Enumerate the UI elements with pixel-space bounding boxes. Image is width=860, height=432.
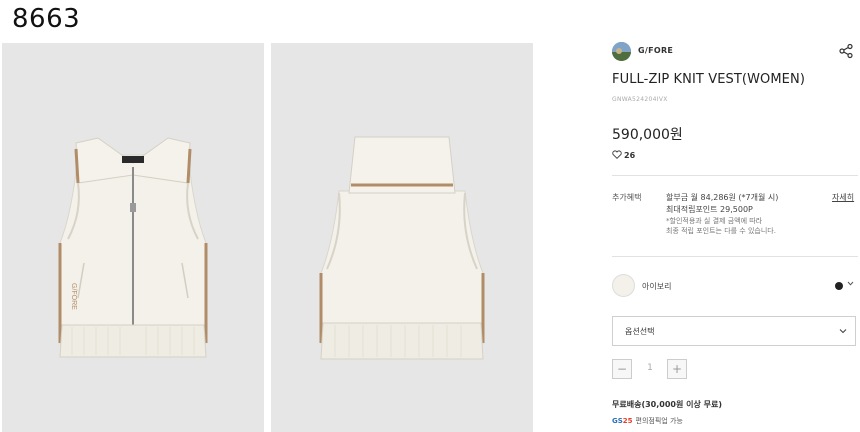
product-price: 590,000원 bbox=[612, 127, 683, 143]
gs25-logo-text: GS bbox=[612, 417, 623, 425]
pickup-info: GS25 편의점픽업 가능 bbox=[612, 416, 683, 426]
gs25-logo: GS25 bbox=[612, 417, 633, 425]
benefit-detail-link[interactable]: 자세히 bbox=[832, 192, 854, 203]
product-info-panel: G/FORE FULL-ZIP KNIT VEST(WOMEN) GNWA524… bbox=[612, 0, 860, 432]
product-sku: GNWA524204IVX bbox=[612, 96, 668, 103]
color-name: 아이보리 bbox=[642, 282, 672, 291]
brand-row: G/FORE bbox=[612, 42, 858, 62]
option-select[interactable]: 옵션선택 bbox=[612, 316, 856, 346]
product-title: FULL-ZIP KNIT VEST(WOMEN) bbox=[612, 72, 805, 87]
chevron-down-icon bbox=[839, 329, 847, 334]
selected-color-dot[interactable] bbox=[835, 282, 843, 290]
color-selector[interactable]: 아이보리 bbox=[612, 274, 858, 298]
product-image-front[interactable]: G/FORE bbox=[2, 43, 264, 432]
points-note-2: 최종 적립 포인트는 다를 수 있습니다. bbox=[666, 227, 776, 235]
gs25-logo-number: 25 bbox=[622, 417, 633, 425]
color-swatch-ivory[interactable] bbox=[612, 274, 635, 297]
brand-name[interactable]: G/FORE bbox=[638, 46, 673, 55]
shipping-text: 무료배송(30,000원 이상 무료) bbox=[612, 400, 722, 409]
product-image-back[interactable] bbox=[271, 43, 533, 432]
chevron-down-icon[interactable] bbox=[847, 280, 854, 289]
vest-back-illustration bbox=[319, 136, 485, 360]
brand-avatar[interactable] bbox=[612, 42, 631, 61]
option-select-label: 옵션선택 bbox=[625, 327, 655, 336]
max-points-text: 최대적립포인트 29,500P bbox=[666, 205, 753, 214]
like-count-value: 26 bbox=[624, 151, 636, 160]
quantity-plus-button[interactable]: + bbox=[667, 359, 687, 379]
quantity-value[interactable]: 1 bbox=[636, 363, 664, 373]
pickup-text: 편의점픽업 가능 bbox=[635, 417, 683, 425]
quantity-minus-button[interactable]: − bbox=[612, 359, 632, 379]
share-icon[interactable] bbox=[838, 43, 854, 59]
vest-side-print: G/FORE bbox=[70, 283, 77, 310]
points-note-1: *할인적용과 실 결제 금액에 따라 bbox=[666, 217, 763, 225]
like-count[interactable]: 26 bbox=[612, 150, 635, 160]
heart-icon bbox=[612, 150, 622, 159]
benefit-label: 추가혜택 bbox=[612, 193, 642, 202]
benefit-details: 할부금 월 84,286원 (*7개월 시) 최대적립포인트 29,500P *… bbox=[666, 192, 778, 236]
installment-text: 할부금 월 84,286원 (*7개월 시) bbox=[666, 193, 779, 202]
id-label: 8663 bbox=[12, 4, 81, 34]
divider bbox=[612, 256, 858, 257]
shipping-info: 무료배송(30,000원 이상 무료) bbox=[612, 399, 722, 410]
vest-front-illustration: G/FORE bbox=[58, 137, 208, 358]
divider bbox=[612, 175, 858, 176]
